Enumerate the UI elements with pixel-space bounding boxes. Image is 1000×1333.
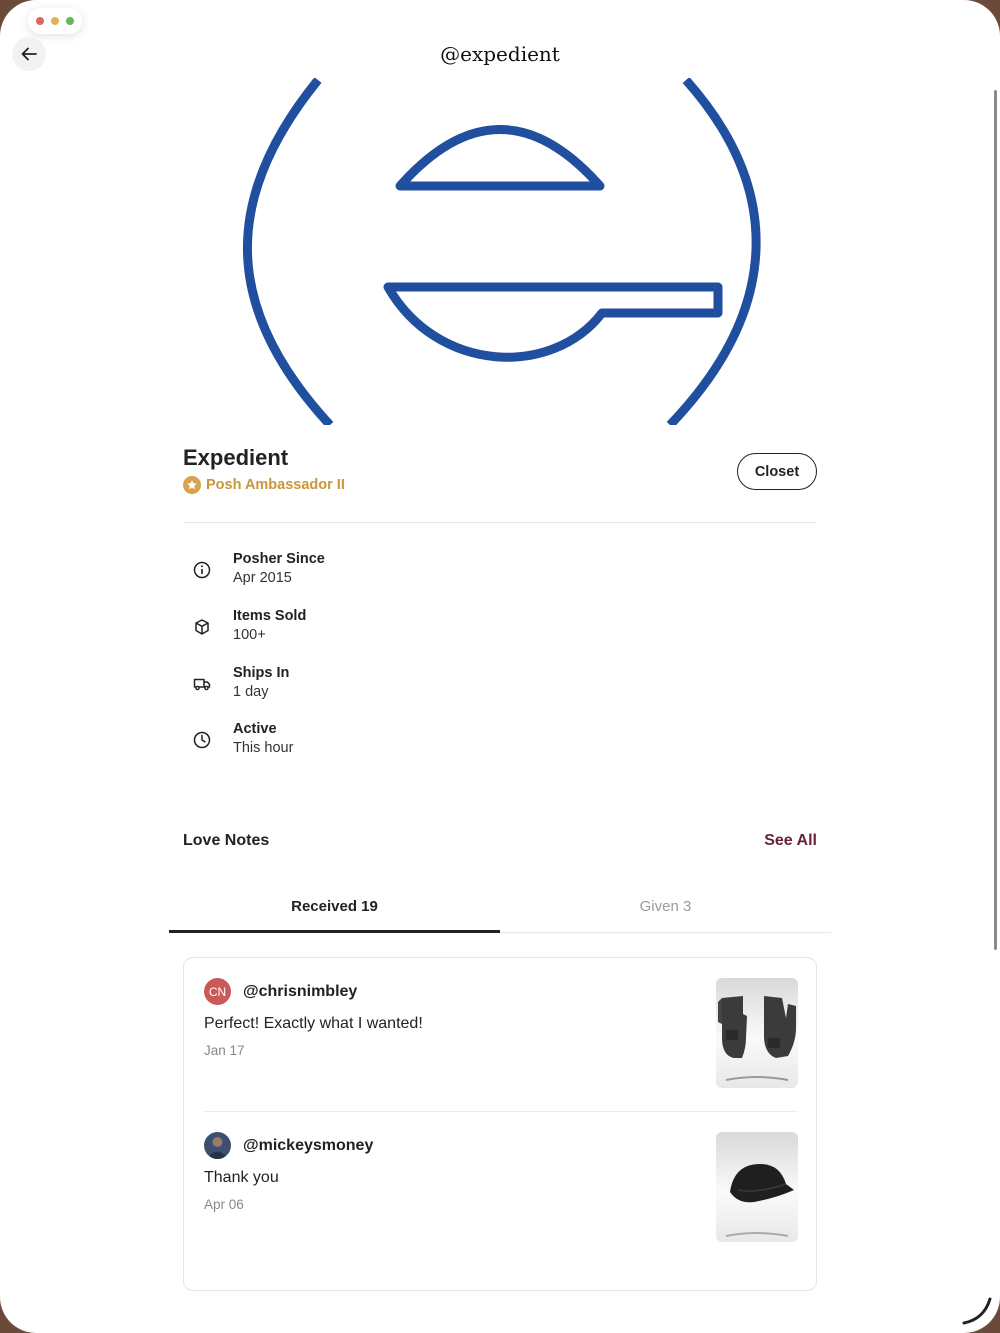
stat-label: Ships In — [233, 665, 290, 681]
close-window-dot[interactable] — [36, 17, 44, 25]
stat-value: 100+ — [233, 627, 266, 643]
love-notes-title: Love Notes — [183, 832, 270, 849]
stat-label: Posher Since — [233, 551, 325, 567]
note-date: Jan 17 — [204, 1043, 245, 1058]
truck-icon — [183, 664, 221, 704]
window-controls — [28, 8, 82, 34]
username[interactable]: @mickeysmoney — [243, 1137, 373, 1155]
divider — [183, 522, 817, 523]
tab-received[interactable]: Received 19 — [169, 880, 500, 933]
resize-handle-icon[interactable] — [960, 1293, 994, 1327]
star-icon — [183, 476, 201, 494]
profile-name: Expedient — [183, 445, 289, 470]
badge-label: Posh Ambassador II — [206, 477, 345, 493]
stat-ships-in: Ships In 1 day — [183, 664, 289, 704]
stat-value: Apr 2015 — [233, 570, 292, 586]
stat-posher-since: Posher Since Apr 2015 — [183, 550, 325, 590]
username[interactable]: @chrisnimbley — [243, 983, 357, 1001]
minimize-window-dot[interactable] — [51, 17, 59, 25]
maximize-window-dot[interactable] — [66, 17, 74, 25]
tab-given[interactable]: Given 3 — [500, 880, 831, 932]
expedient-e-logo — [242, 78, 761, 425]
page-title: @expedient — [440, 42, 560, 66]
cap-image[interactable] — [716, 1132, 798, 1242]
note-divider — [204, 1111, 798, 1112]
stat-label: Items Sold — [233, 608, 307, 624]
note-text: Perfect! Exactly what I wanted! — [204, 1015, 423, 1032]
gloves-image[interactable] — [716, 978, 798, 1088]
box-icon — [183, 607, 221, 647]
love-note-item[interactable]: @mickeysmoney Thank you Apr 06 — [204, 1132, 798, 1252]
clock-icon — [183, 720, 221, 760]
note-date: Apr 06 — [204, 1197, 244, 1212]
note-text: Thank you — [204, 1169, 279, 1186]
stat-active: Active This hour — [183, 720, 293, 760]
app-window: @expedient Expedient Posh Ambassador II … — [0, 0, 1000, 1333]
love-note-item[interactable]: CN @chrisnimbley Perfect! Exactly what I… — [204, 978, 798, 1098]
stat-items-sold: Items Sold 100+ — [183, 607, 306, 647]
stat-label: Active — [233, 721, 277, 737]
closet-button[interactable]: Closet — [737, 453, 817, 490]
love-notes-tabs: Received 19 Given 3 — [169, 880, 831, 933]
info-icon — [183, 550, 221, 590]
ambassador-badge: Posh Ambassador II — [183, 476, 345, 494]
see-all-link[interactable]: See All — [764, 832, 817, 850]
profile-banner — [182, 78, 818, 425]
stat-value: 1 day — [233, 684, 269, 700]
scrollbar[interactable] — [994, 90, 997, 950]
love-notes-list: CN @chrisnimbley Perfect! Exactly what I… — [183, 957, 817, 1291]
stat-value: This hour — [233, 740, 294, 756]
avatar[interactable]: CN — [204, 978, 231, 1005]
avatar[interactable] — [204, 1132, 231, 1159]
